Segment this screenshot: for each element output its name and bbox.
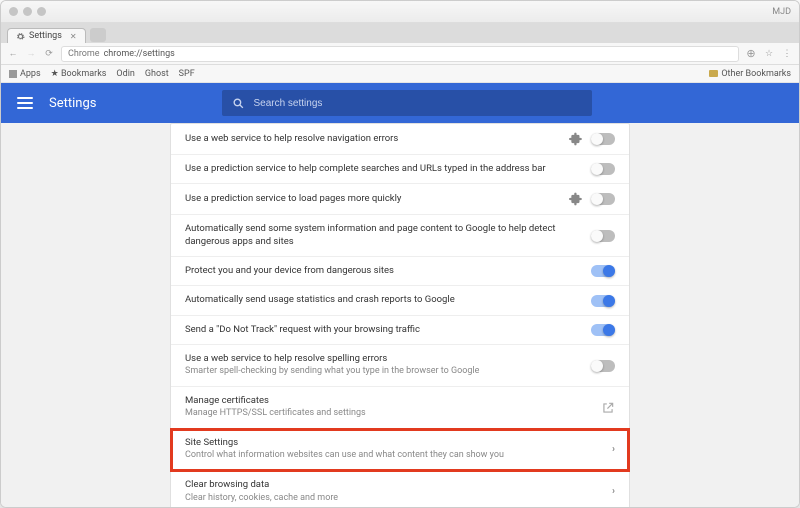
toggle-switch[interactable] xyxy=(591,163,615,175)
settings-content: Use a web service to help resolve naviga… xyxy=(1,123,799,507)
settings-header: Settings xyxy=(1,83,799,123)
settings-row: Use a web service to help resolve naviga… xyxy=(171,124,629,155)
settings-row: Automatically send usage statistics and … xyxy=(171,286,629,315)
url-text: chrome://settings xyxy=(104,49,175,59)
settings-row[interactable]: Site SettingsControl what information we… xyxy=(171,429,629,471)
settings-row[interactable]: Clear browsing data Clear history, cookie… xyxy=(171,471,629,507)
row-label: Manage certificates xyxy=(185,395,593,407)
settings-row: Send a "Do Not Track" request with your … xyxy=(171,316,629,345)
toggle-switch[interactable] xyxy=(591,295,615,307)
row-label: Automatically send usage statistics and … xyxy=(185,294,583,306)
row-label: Use a web service to help resolve spelli… xyxy=(185,353,583,365)
settings-row[interactable]: Manage certificatesManage HTTPS/SSL cert… xyxy=(171,387,629,429)
row-label: Send a "Do Not Track" request with your … xyxy=(185,324,583,336)
url-scheme-chip: Chrome xyxy=(68,49,100,59)
bookmark-star-icon[interactable]: ☆ xyxy=(763,48,775,60)
settings-search[interactable] xyxy=(222,90,592,116)
other-bookmarks[interactable]: Other Bookmarks xyxy=(709,69,791,79)
minimize-window-button[interactable] xyxy=(23,7,32,16)
zoom-window-button[interactable] xyxy=(37,7,46,16)
tab-title: Settings xyxy=(29,31,62,41)
tab-settings[interactable]: Settings ✕ xyxy=(7,28,86,43)
page-title: Settings xyxy=(49,96,96,111)
open-external-icon[interactable] xyxy=(601,401,615,415)
gear-icon xyxy=(16,32,25,41)
search-icon xyxy=(232,97,245,110)
bookmark-item[interactable]: SPF xyxy=(179,69,195,79)
browser-window: MJD Settings ✕ ← → ⟳ Chrome chrome://set… xyxy=(0,0,800,508)
row-label: Use a prediction service to help complet… xyxy=(185,163,583,175)
tab-strip: Settings ✕ xyxy=(1,23,799,43)
row-label: Use a web service to help resolve naviga… xyxy=(185,133,561,145)
chevron-right-icon: › xyxy=(612,486,615,497)
profile-name: MJD xyxy=(772,7,791,17)
search-omnibox-icon[interactable]: ⊕ xyxy=(745,48,757,60)
privacy-card: Use a web service to help resolve naviga… xyxy=(170,123,630,507)
apps-shortcut[interactable]: Apps xyxy=(9,69,41,79)
toggle-switch[interactable] xyxy=(591,133,615,145)
row-sublabel: Control what information websites can us… xyxy=(185,450,604,462)
new-tab-button[interactable] xyxy=(90,28,106,42)
row-label: Automatically send some system informati… xyxy=(185,223,583,248)
settings-row: Automatically send some system informati… xyxy=(171,215,629,257)
settings-row: Protect you and your device from dangero… xyxy=(171,257,629,286)
extension-icon xyxy=(569,132,583,146)
row-label: Site Settings xyxy=(185,437,604,449)
toggle-switch[interactable] xyxy=(591,360,615,372)
row-label: Protect you and your device from dangero… xyxy=(185,265,583,277)
toggle-switch[interactable] xyxy=(591,324,615,336)
extension-icon xyxy=(569,192,583,206)
bookmark-item[interactable]: ★ Bookmarks xyxy=(51,69,107,79)
toggle-switch[interactable] xyxy=(591,265,615,277)
close-tab-icon[interactable]: ✕ xyxy=(70,32,77,41)
forward-button[interactable]: → xyxy=(25,48,37,60)
bookmark-item[interactable]: Odin xyxy=(116,69,134,79)
menu-button[interactable] xyxy=(17,97,33,109)
settings-row: Use a prediction service to help complet… xyxy=(171,155,629,184)
row-sublabel: Manage HTTPS/SSL certificates and settin… xyxy=(185,408,593,420)
bookmarks-bar: Apps ★ Bookmarks Odin Ghost SPF Other Bo… xyxy=(1,65,799,83)
address-bar[interactable]: Chrome chrome://settings xyxy=(61,46,739,62)
reload-button[interactable]: ⟳ xyxy=(43,48,55,60)
toggle-switch[interactable] xyxy=(591,230,615,242)
row-label: Clear browsing data xyxy=(185,479,604,491)
chevron-right-icon: › xyxy=(612,444,615,455)
close-window-button[interactable] xyxy=(9,7,18,16)
traffic-lights xyxy=(9,7,46,16)
settings-row: Use a web service to help resolve spelli… xyxy=(171,345,629,387)
toolbar: ← → ⟳ Chrome chrome://settings ⊕ ☆ ⋮ xyxy=(1,43,799,65)
toggle-switch[interactable] xyxy=(591,193,615,205)
bookmark-item[interactable]: Ghost xyxy=(145,69,169,79)
settings-row: Use a prediction service to load pages m… xyxy=(171,184,629,215)
row-label: Use a prediction service to load pages m… xyxy=(185,193,561,205)
window-titlebar: MJD xyxy=(1,1,799,23)
row-sublabel: Smarter spell-checking by sending what y… xyxy=(185,366,583,378)
settings-search-input[interactable] xyxy=(253,98,582,109)
row-sublabel: Clear history, cookies, cache and more xyxy=(185,493,604,505)
back-button[interactable]: ← xyxy=(7,48,19,60)
menu-icon[interactable]: ⋮ xyxy=(781,48,793,60)
